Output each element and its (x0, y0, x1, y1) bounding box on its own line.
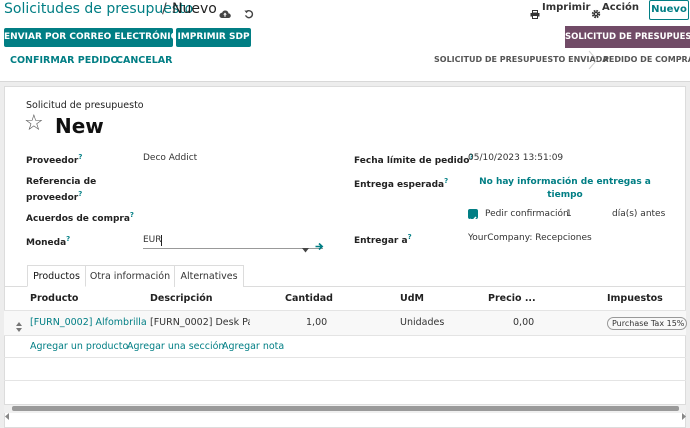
add-product-link[interactable]: Agregar un producto (30, 341, 128, 352)
tax-badge[interactable]: Purchase Tax 15% (607, 317, 687, 330)
ask-confirm-unit: día(s) antes (612, 209, 666, 219)
col-description[interactable]: Descripción (150, 293, 213, 304)
expected-delivery-info: No hay información de entregas a tiempo (479, 177, 651, 200)
scrollbar-thumb[interactable] (12, 406, 679, 411)
scroll-left-icon[interactable] (5, 405, 10, 424)
status-chevron (588, 50, 598, 70)
breadcrumb-separator: / (162, 1, 167, 17)
text-cursor (161, 235, 162, 246)
scroll-right-icon[interactable] (681, 405, 686, 424)
col-price[interactable]: Precio ... (488, 293, 536, 304)
row-product[interactable]: [FURN_0002] Alfombrilla de (30, 317, 146, 328)
page-title: New (55, 114, 104, 138)
row-divider (4, 380, 686, 381)
col-product[interactable]: Producto (30, 293, 78, 304)
cancel-button[interactable]: CANCELAR (116, 55, 172, 66)
caret-down-icon[interactable] (302, 238, 309, 257)
status-active-rfq[interactable]: SOLICITUD DE PRESUPUESTO (565, 26, 690, 48)
row-divider (4, 335, 686, 336)
row-description[interactable]: [FURN_0002] Desk Pad (150, 317, 250, 328)
agreement-field[interactable] (143, 209, 323, 223)
currency-label: Moneda? (26, 235, 71, 248)
row-quantity[interactable]: 1,00 (306, 317, 327, 328)
action-button[interactable]: Acción (602, 2, 639, 13)
currency-field[interactable]: EUR (143, 235, 162, 245)
col-quantity[interactable]: Cantidad (285, 293, 333, 304)
deadline-label: Fecha límite de pedido? (354, 153, 474, 166)
status-rfq-sent[interactable]: SOLICITUD DE PRESUPUESTO ENVIADA (434, 55, 608, 64)
confirm-order-button[interactable]: CONFIRMAR PEDIDO (10, 55, 119, 66)
drag-handle-icon[interactable] (16, 317, 22, 336)
breadcrumb-current: Nuevo (172, 1, 217, 17)
arrow-right-icon[interactable] (315, 236, 324, 255)
status-purchase-order[interactable]: PEDIDO DE COMPRA (603, 55, 690, 64)
ask-confirm-label: Pedir confirmación (485, 209, 569, 219)
add-section-link[interactable]: Agregar una sección (127, 341, 224, 352)
ask-confirm-checkbox[interactable] (468, 209, 478, 223)
expected-label: Entrega esperada? (354, 177, 449, 190)
vendor-ref-label-line2: proveedor? (26, 190, 83, 203)
add-note-link[interactable]: Agregar nota (222, 341, 284, 352)
vendor-ref-label: Referencia de (26, 177, 97, 187)
form-sheet (4, 86, 686, 428)
currency-underline (143, 248, 323, 249)
cloud-upload-icon[interactable] (219, 4, 231, 23)
tab-products[interactable]: Productos (27, 265, 86, 287)
star-icon[interactable]: ☆ (24, 113, 44, 135)
vendor-ref-field[interactable] (143, 180, 323, 194)
row-price[interactable]: 0,00 (513, 317, 534, 328)
agreement-label: Acuerdos de compra? (26, 211, 134, 224)
ask-confirm-days-field[interactable]: 1 (566, 209, 572, 219)
col-uom[interactable]: UdM (400, 293, 424, 304)
col-taxes[interactable]: Impuestos (607, 293, 663, 304)
form-subtitle: Solicitud de presupuesto (26, 100, 144, 111)
print-rfq-button[interactable]: IMPRIMIR SDP (176, 28, 251, 47)
tab-alternatives[interactable]: Alternatives (174, 265, 244, 287)
print-icon[interactable] (530, 4, 540, 23)
print-button[interactable]: Imprimir (542, 2, 590, 13)
tab-other-info[interactable]: Otra información (86, 265, 175, 287)
deliver-to-field[interactable]: YourCompany: Recepciones (468, 233, 592, 243)
vendor-field[interactable]: Deco Addict (143, 153, 197, 163)
vendor-label: Proveedor? (26, 153, 83, 166)
deadline-field[interactable]: 05/10/2023 13:51:09 (468, 153, 563, 163)
new-button[interactable]: Nuevo (649, 0, 689, 20)
deliver-to-label: Entregar a? (354, 233, 412, 246)
row-divider (4, 357, 686, 358)
gear-icon[interactable] (591, 4, 601, 23)
check-icon (469, 216, 477, 223)
send-email-button[interactable]: ENVIAR POR CORREO ELECTRÓNICO (4, 28, 185, 47)
row-uom[interactable]: Unidades (400, 317, 444, 328)
discard-icon[interactable] (244, 4, 254, 23)
